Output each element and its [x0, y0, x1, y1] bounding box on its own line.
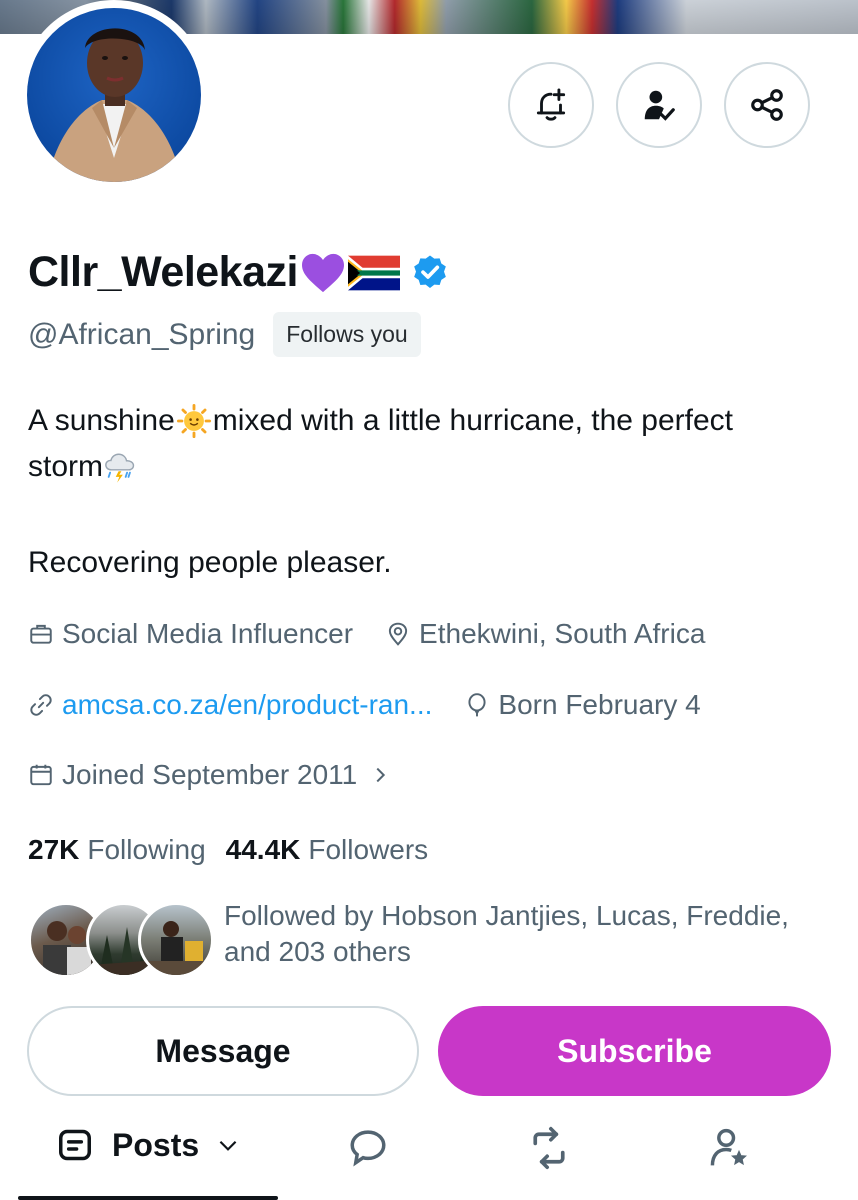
- followed-by-line: Followed by Hobson Jantjies, Lucas, Fred…: [224, 900, 789, 931]
- briefcase-icon: [30, 624, 52, 644]
- display-name: Cllr_Welekazi: [28, 248, 298, 296]
- subscribe-button[interactable]: Subscribe: [438, 1006, 831, 1096]
- user-handle: @African_Spring: [28, 317, 256, 351]
- tab-posts[interactable]: Posts: [56, 1126, 241, 1164]
- profile-meta-row-2: amcsa.co.za/en/product-ran... Born Febru…: [28, 689, 733, 721]
- profile-bio: A sunshine mixed with a little hurricane…: [28, 398, 828, 586]
- followers-count: 44.4K: [225, 834, 301, 865]
- share-icon: [751, 89, 783, 121]
- bio-text: A sunshine: [28, 404, 175, 437]
- location-pin-icon: [388, 622, 408, 646]
- verified-badge-icon[interactable]: [410, 253, 450, 293]
- followed-by-avatars: [28, 898, 214, 978]
- bio-text: mixed with a little hurricane, the perfe…: [212, 404, 734, 437]
- followed-by-section[interactable]: Followed by Hobson Jantjies, Lucas, Fred…: [28, 898, 824, 978]
- storm-cloud-emoji: [105, 453, 135, 483]
- profile-avatar[interactable]: [19, 0, 209, 190]
- link-icon: [30, 694, 52, 716]
- website-link[interactable]: amcsa.co.za/en/product-ran...: [62, 689, 432, 721]
- followed-by-line: and 203 others: [224, 936, 411, 967]
- repost-icon: [533, 1126, 565, 1170]
- tab-replies[interactable]: [347, 1126, 389, 1168]
- posts-icon: [59, 1129, 91, 1161]
- follow-stats: 27K Following 44.4K Followers: [28, 834, 448, 866]
- purple-heart-emoji: [301, 253, 344, 292]
- following-label: Following: [87, 834, 206, 865]
- website-item[interactable]: amcsa.co.za/en/product-ran...: [28, 689, 432, 721]
- tab-subscriptions[interactable]: [706, 1126, 750, 1170]
- category-item: Social Media Influencer: [28, 618, 353, 650]
- sun-emoji: [176, 404, 211, 438]
- notifications-button[interactable]: [508, 62, 594, 148]
- share-button[interactable]: [724, 62, 810, 148]
- following-button[interactable]: [616, 62, 702, 148]
- chevron-right-icon[interactable]: [369, 764, 391, 786]
- message-button[interactable]: Message: [27, 1006, 419, 1096]
- display-name-row: Cllr_Welekazi: [28, 248, 450, 297]
- balloon-icon: [468, 693, 486, 717]
- calendar-icon: [30, 764, 52, 786]
- location-item: Ethekwini, South Africa: [385, 618, 705, 650]
- bio-text: storm: [28, 450, 103, 483]
- bio-text: Recovering people pleaser.: [28, 546, 392, 579]
- tab-reposts[interactable]: [527, 1126, 571, 1170]
- tab-posts-label: Posts: [112, 1126, 200, 1163]
- followed-by-text: Followed by Hobson Jantjies, Lucas, Fred…: [224, 898, 824, 974]
- location-text: Ethekwini, South Africa: [419, 618, 706, 649]
- south-africa-flag-emoji: [347, 255, 400, 290]
- active-tab-indicator: [18, 1196, 278, 1200]
- chevron-down-icon[interactable]: [215, 1132, 241, 1158]
- profile-meta-row-3: Joined September 2011: [28, 759, 431, 791]
- person-star-icon: [710, 1128, 747, 1166]
- reply-icon: [350, 1130, 386, 1167]
- birthday-text: Born February 4: [498, 689, 701, 720]
- handle-row: @African_Spring Follows you: [28, 312, 421, 357]
- followers-stat[interactable]: 44.4K Followers: [226, 834, 429, 866]
- following-stat[interactable]: 27K Following: [28, 834, 206, 866]
- profile-meta-row-1: Social Media Influencer Ethekwini, South…: [28, 618, 737, 650]
- birthday-item: Born February 4: [464, 689, 701, 721]
- joined-item[interactable]: Joined September 2011: [28, 759, 399, 791]
- following-count: 27K: [28, 834, 80, 865]
- bell-plus-icon: [536, 88, 566, 121]
- category-text: Social Media Influencer: [62, 618, 354, 649]
- joined-text: Joined September 2011: [62, 759, 358, 790]
- profile-tabs: Posts: [0, 1118, 858, 1200]
- follows-you-badge: Follows you: [273, 312, 421, 357]
- person-check-icon: [644, 90, 675, 121]
- followers-label: Followers: [308, 834, 429, 865]
- follower-avatar: [138, 902, 214, 978]
